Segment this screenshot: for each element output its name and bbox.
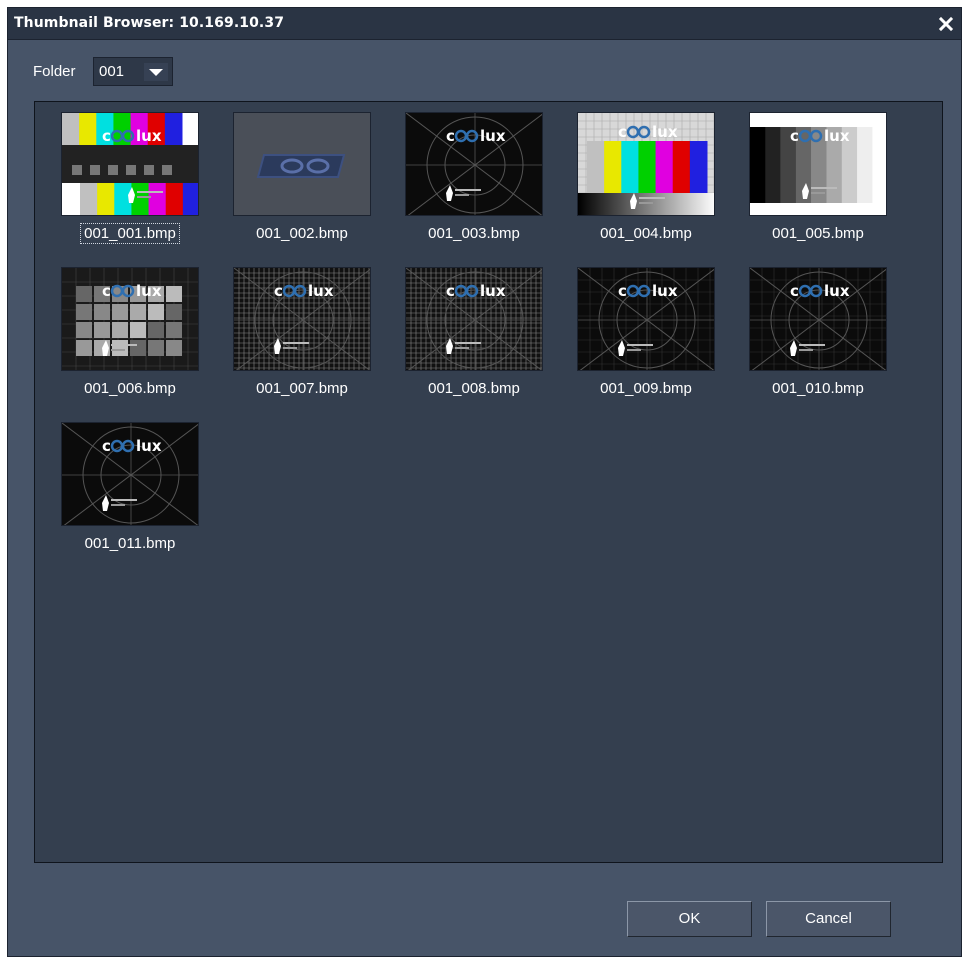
svg-text:lux: lux xyxy=(824,282,850,300)
thumbnail-label: 001_009.bmp xyxy=(560,380,732,397)
svg-text:c: c xyxy=(790,127,799,145)
title-bar[interactable]: Thumbnail Browser: 10.169.10.37 xyxy=(8,8,961,40)
svg-text:lux: lux xyxy=(652,123,678,141)
svg-text:c: c xyxy=(102,437,111,455)
folder-dropdown[interactable]: 001 xyxy=(93,57,173,86)
svg-text:lux: lux xyxy=(480,282,506,300)
folder-label: Folder xyxy=(33,63,76,80)
svg-text:lux: lux xyxy=(136,127,162,145)
svg-text:c: c xyxy=(274,282,283,300)
thumbnail-filename: 001_011.bmp xyxy=(84,535,176,552)
thumbnail-label: 001_006.bmp xyxy=(44,380,216,397)
svg-text:c: c xyxy=(446,282,455,300)
thumbnail-filename: 001_008.bmp xyxy=(428,380,520,397)
thumbnail-image[interactable]: c lux xyxy=(61,267,199,371)
svg-text:lux: lux xyxy=(308,282,334,300)
thumbnail-item[interactable]: c lux 001_006.bmp xyxy=(44,263,216,415)
thumbnail-image[interactable]: c lux xyxy=(749,267,887,371)
thumbnail-filename: 001_004.bmp xyxy=(600,225,692,242)
thumbnail-label: 001_003.bmp xyxy=(388,225,560,242)
thumbnail-label: 001_005.bmp xyxy=(732,225,904,242)
thumbnail-item[interactable]: c lux 001_009.bmp xyxy=(560,263,732,415)
svg-text:c: c xyxy=(618,282,627,300)
thumbnail-filename: 001_005.bmp xyxy=(772,225,864,242)
svg-text:lux: lux xyxy=(652,282,678,300)
thumbnail-item[interactable]: c lux 001_001.bmp xyxy=(44,108,216,260)
thumbnail-filename: 001_006.bmp xyxy=(84,380,176,397)
thumbnail-label: 001_010.bmp xyxy=(732,380,904,397)
cancel-button[interactable]: Cancel xyxy=(766,901,891,937)
chevron-down-icon[interactable] xyxy=(144,63,168,81)
close-icon[interactable] xyxy=(937,15,955,33)
svg-text:c: c xyxy=(790,282,799,300)
thumbnail-label: 001_007.bmp xyxy=(216,380,388,397)
thumbnail-grid: c lux 001_001.bmp 001_002.bmp c lux 001_… xyxy=(34,101,943,863)
thumbnail-image[interactable]: c lux xyxy=(233,267,371,371)
ok-button[interactable]: OK xyxy=(627,901,752,937)
thumbnail-label: 001_001.bmp xyxy=(44,223,216,244)
thumbnail-image[interactable] xyxy=(233,112,371,216)
thumbnail-filename: 001_001.bmp xyxy=(80,223,180,244)
thumbnail-item[interactable]: c lux 001_008.bmp xyxy=(388,263,560,415)
thumbnail-item[interactable]: c lux 001_004.bmp xyxy=(560,108,732,260)
thumbnail-item[interactable]: c lux 001_007.bmp xyxy=(216,263,388,415)
thumbnail-item[interactable]: c lux 001_011.bmp xyxy=(44,418,216,570)
thumbnail-item[interactable]: c lux 001_010.bmp xyxy=(732,263,904,415)
thumbnail-item[interactable]: 001_002.bmp xyxy=(216,108,388,260)
thumbnail-filename: 001_009.bmp xyxy=(600,380,692,397)
thumbnail-label: 001_004.bmp xyxy=(560,225,732,242)
svg-text:c: c xyxy=(102,282,111,300)
thumbnail-label: 001_002.bmp xyxy=(216,225,388,242)
thumbnail-image[interactable]: c lux xyxy=(749,112,887,216)
thumbnail-image[interactable]: c lux xyxy=(61,422,199,526)
thumbnail-item[interactable]: c lux 001_005.bmp xyxy=(732,108,904,260)
thumbnail-label: 001_011.bmp xyxy=(44,535,216,552)
thumbnail-filename: 001_010.bmp xyxy=(772,380,864,397)
thumbnail-image[interactable]: c lux xyxy=(577,267,715,371)
thumbnail-filename: 001_003.bmp xyxy=(428,225,520,242)
thumbnail-item[interactable]: c lux 001_003.bmp xyxy=(388,108,560,260)
svg-text:lux: lux xyxy=(136,282,162,300)
thumbnail-filename: 001_002.bmp xyxy=(256,225,348,242)
svg-text:lux: lux xyxy=(824,127,850,145)
svg-text:c: c xyxy=(102,127,111,145)
thumbnail-image[interactable]: c lux xyxy=(405,112,543,216)
thumbnail-filename: 001_007.bmp xyxy=(256,380,348,397)
svg-text:lux: lux xyxy=(480,127,506,145)
svg-text:c: c xyxy=(618,123,627,141)
thumbnail-image[interactable]: c lux xyxy=(61,112,199,216)
thumbnail-image[interactable]: c lux xyxy=(577,112,715,216)
thumbnail-browser-window: Thumbnail Browser: 10.169.10.37 Folder 0… xyxy=(7,7,962,957)
window-title: Thumbnail Browser: 10.169.10.37 xyxy=(14,15,285,31)
svg-text:lux: lux xyxy=(136,437,162,455)
svg-text:c: c xyxy=(446,127,455,145)
folder-value: 001 xyxy=(99,63,125,80)
thumbnail-label: 001_008.bmp xyxy=(388,380,560,397)
thumbnail-image[interactable]: c lux xyxy=(405,267,543,371)
